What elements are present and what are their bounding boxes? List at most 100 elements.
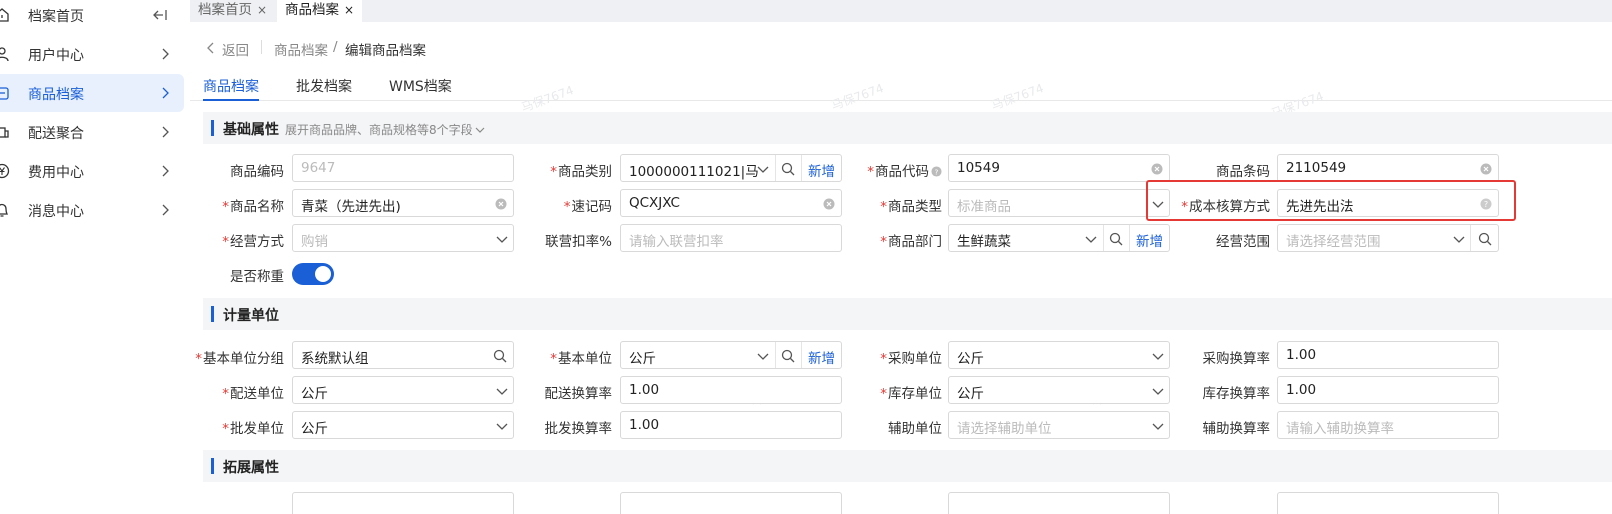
delivery-rate-input[interactable]: 1.00 [620,376,842,404]
wholesale-rate-input[interactable]: 1.00 [620,411,842,439]
chevron-right-icon [162,48,169,60]
sidebar-item-user-center[interactable]: 用户中心 [0,35,184,73]
purchase-unit-label-text: 采购单位 [888,351,942,367]
quick-code-input[interactable]: QCXJXC [620,189,842,217]
is-weighing-toggle[interactable] [292,263,334,285]
stock-unit-select[interactable]: 公斤 [948,376,1170,404]
aux-unit-select[interactable]: 请选择辅助单位 [948,411,1170,439]
expand-fields-link[interactable]: 展开商品品牌、商品规格等8个字段 [285,121,485,138]
chevron-down-icon [1152,388,1164,395]
field-separator [775,342,776,368]
clear-icon[interactable] [823,198,835,210]
stock-rate-input[interactable]: 1.00 [1277,376,1499,404]
goods-daicode-label: *商品代码? [860,160,942,180]
tab-wholesale-archive[interactable]: 批发档案 [296,76,352,96]
tab-goods-archive-sub[interactable]: 商品档案 [203,76,259,96]
sidebar-item-label: 档案首页 [28,9,84,25]
sidebar-item-fee-center[interactable]: 费用中心 [0,152,184,190]
sidebar-item-message-center[interactable]: 消息中心 [0,191,184,229]
sidebar-item-label: 用户中心 [28,48,84,64]
ext-field-1[interactable] [292,492,514,514]
section-accent-bar [211,120,214,136]
add-unit-button[interactable]: 新增 [808,347,835,367]
section-extended-attributes: 拓展属性 [203,450,1612,482]
sidebar: 档案首页 用户中心 商品档案 配送聚合 费用中心 消息中心 [0,0,190,514]
section-measurement-units: 计量单位 [203,298,1612,330]
chevron-down-icon [757,166,769,173]
wholesale-unit-select[interactable]: 公斤 [292,411,514,439]
section-basic-attributes: 基础属性 展开商品品牌、商品规格等8个字段 [203,112,1612,144]
goods-barcode-input[interactable]: 2110549 [1277,154,1499,182]
joint-rate-input[interactable]: 请输入联营扣率 [620,224,842,252]
goods-daicode-value: 10549 [957,160,1000,176]
tab-wms-archive[interactable]: WMS档案 [389,76,452,96]
purchase-unit-select[interactable]: 公斤 [948,341,1170,369]
add-category-button[interactable]: 新增 [808,160,835,180]
base-unit-value: 公斤 [629,351,656,367]
delivery-unit-select[interactable]: 公斤 [292,376,514,404]
business-scope-placeholder: 请选择经营范围 [1286,234,1381,250]
chevron-left-icon[interactable] [206,42,216,54]
stock-rate-value: 1.00 [1286,382,1317,398]
chevron-down-icon [1453,236,1465,243]
search-icon[interactable] [493,349,507,363]
search-icon[interactable] [1109,232,1123,246]
aux-rate-label: 辅助换算率 [1202,421,1271,437]
close-icon[interactable]: × [257,3,267,17]
section-title: 计量单位 [223,308,279,324]
ext-field-4[interactable] [1277,492,1499,514]
help-icon[interactable]: ? [931,166,942,177]
delivery-rate-value: 1.00 [629,382,660,398]
expand-fields-label: 展开商品品牌、商品规格等8个字段 [285,123,473,137]
goods-category-label: *商品类别 [550,164,612,180]
business-mode-select[interactable]: 购销 [292,224,514,252]
goods-category-label-text: 商品类别 [558,164,612,180]
base-unit-group-label-text: 基本单位分组 [203,351,284,367]
close-icon[interactable]: × [344,3,354,17]
tab-archive-home[interactable]: 档案首页 × [190,0,275,22]
clear-icon[interactable] [495,198,507,210]
aux-rate-input[interactable]: 请输入辅助换算率 [1277,411,1499,439]
goods-daicode-input[interactable]: 10549 [948,154,1170,182]
business-scope-select[interactable]: 请选择经营范围 [1277,224,1499,252]
tab-goods-archive[interactable]: 商品档案 × [277,0,363,22]
chevron-down-icon [1085,236,1097,243]
chevron-down-icon [496,388,508,395]
search-icon[interactable] [781,162,795,176]
clear-icon[interactable] [1151,163,1163,175]
goods-name-input[interactable]: 青菜（先进先出) [292,189,514,217]
stock-unit-value: 公斤 [957,386,984,402]
base-unit-group-input[interactable]: 系统默认组 [292,341,514,369]
sidebar-item-delivery[interactable]: 配送聚合 [0,113,184,151]
business-mode-value: 购销 [301,234,328,250]
collapse-sidebar-icon[interactable] [152,8,168,22]
goods-type-value: 标准商品 [957,199,1011,215]
search-icon[interactable] [1478,232,1492,246]
sidebar-item-goods-archive[interactable]: 商品档案 [0,74,184,112]
bell-icon [0,203,9,217]
goods-category-value: 1000000111021|马 [629,164,759,180]
sidebar-item-label: 商品档案 [28,87,84,103]
chevron-down-icon [496,423,508,430]
toggle-knob [315,266,331,282]
tab-label: 商品档案 [285,2,339,18]
back-link[interactable]: 返回 [222,39,249,59]
ext-field-2[interactable] [620,492,842,514]
sidebar-item-archive-home[interactable]: 档案首页 [0,0,184,34]
joint-rate-placeholder: 请输入联营扣率 [629,234,724,250]
home-icon [0,8,9,22]
purchase-rate-input[interactable]: 1.00 [1277,341,1499,369]
goods-category-select[interactable]: 1000000111021|马 新增 [620,154,842,182]
goods-icon [0,87,9,100]
ext-field-3[interactable] [948,492,1170,514]
clear-icon[interactable] [1480,163,1492,175]
add-dept-button[interactable]: 新增 [1136,230,1163,250]
base-unit-select[interactable]: 公斤 新增 [620,341,842,369]
chevron-down-icon [1152,353,1164,360]
breadcrumb-parent[interactable]: 商品档案 [274,39,328,59]
section-accent-bar [211,306,214,322]
goods-name-label: *商品名称 [222,199,284,215]
goods-dept-select[interactable]: 生鲜蔬菜 新增 [948,224,1170,252]
search-icon[interactable] [781,349,795,363]
delivery-unit-value: 公斤 [301,386,328,402]
